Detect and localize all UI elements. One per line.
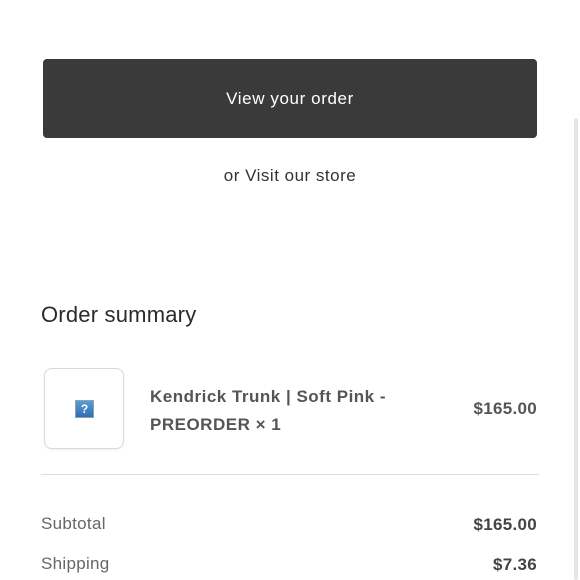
- line-item-name: Kendrick Trunk | Soft Pink - PREORDER × …: [150, 383, 420, 439]
- line-item-name-line2: PREORDER × 1: [150, 415, 282, 434]
- line-item-name-line1: Kendrick Trunk | Soft Pink -: [150, 387, 387, 406]
- visit-store-row: or Visit our store: [0, 166, 580, 186]
- visit-store-link[interactable]: or Visit our store: [224, 166, 356, 185]
- order-summary-title: Order summary: [41, 302, 197, 327]
- shipping-value: $7.36: [492, 555, 537, 574]
- summary-divider: [41, 474, 539, 475]
- shipping-label: Shipping: [41, 554, 110, 573]
- subtotal-value: $165.00: [473, 515, 537, 534]
- line-item-price: $165.00: [473, 399, 537, 418]
- view-order-button[interactable]: View your order: [43, 59, 537, 138]
- broken-image-icon: ?: [75, 400, 94, 418]
- product-thumbnail: ?: [44, 368, 124, 449]
- scrollbar[interactable]: [574, 118, 578, 580]
- subtotal-label: Subtotal: [41, 514, 106, 533]
- view-order-button-label: View your order: [226, 88, 354, 108]
